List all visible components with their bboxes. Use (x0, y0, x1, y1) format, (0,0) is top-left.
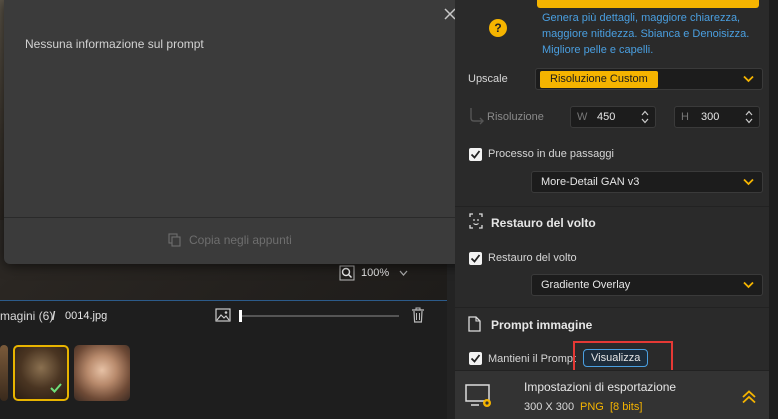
zoom-icon (339, 265, 355, 281)
settings-panel: ? Genera più dettagli, maggiore chiarezz… (455, 0, 769, 419)
face-restore-checkbox[interactable] (469, 252, 482, 265)
keep-prompt-label: Mantieni il Prompt (488, 353, 577, 365)
height-stepper[interactable]: H 300 (674, 106, 760, 128)
export-title: Impostazioni di esportazione (524, 380, 677, 394)
width-stepper[interactable]: W 450 (570, 106, 656, 128)
chevron-down-icon (743, 281, 754, 289)
chevron-down-icon (743, 178, 754, 186)
breadcrumb-separator: / (52, 309, 56, 323)
model-description: Genera più dettagli, maggiore chiarezza,… (542, 12, 750, 56)
stepper-arrows-icon[interactable] (745, 110, 753, 124)
panel-scrollbar[interactable] (769, 0, 778, 419)
upscale-label: Upscale (468, 73, 508, 85)
model-select-partial[interactable] (537, 0, 759, 8)
face-scan-icon (469, 213, 483, 229)
export-bit-depth: [8 bits] (610, 401, 643, 413)
two-pass-model-select[interactable]: More-Detail GAN v3 (531, 171, 763, 193)
width-value: 450 (597, 111, 616, 123)
prompt-info-dialog: Nessuna informazione sul prompt Copia ne… (4, 0, 468, 264)
image-browser: magini (6) / 0014.jpg (0, 300, 447, 419)
check-icon (470, 150, 481, 159)
check-icon (470, 254, 481, 263)
stepper-arrows-icon[interactable] (641, 110, 649, 124)
export-settings-icon (465, 384, 491, 407)
chevron-down-icon (399, 270, 408, 276)
face-restore-model-value: Gradiente Overlay (541, 279, 631, 291)
copy-label: Copia negli appunti (189, 233, 292, 247)
face-restore-model-select[interactable]: Gradiente Overlay (531, 274, 763, 296)
two-pass-model-value: More-Detail GAN v3 (541, 176, 640, 188)
height-label: H (681, 111, 689, 123)
prompt-info-message: Nessuna informazione sul prompt (25, 37, 204, 51)
breadcrumb-images[interactable]: magini (6) (0, 309, 53, 323)
zoom-level: 100% (361, 267, 390, 279)
face-restore-title: Restauro del volto (491, 216, 596, 230)
prompt-section-divider (455, 307, 769, 308)
copy-to-clipboard-button[interactable]: Copia negli appunti (168, 233, 292, 247)
thumbnail-size-slider[interactable] (239, 315, 399, 317)
export-settings-bar[interactable]: Impostazioni di esportazione 300 X 300 P… (455, 370, 769, 419)
check-icon (470, 354, 481, 363)
document-icon (468, 316, 481, 332)
resolution-label: Risoluzione (487, 111, 544, 123)
upscale-value: Risoluzione Custom (540, 71, 658, 88)
trash-icon[interactable] (411, 307, 425, 323)
two-pass-label: Processo in due passaggi (488, 148, 614, 160)
link-arrow-icon (470, 108, 484, 125)
image-size-icon (215, 308, 231, 322)
thumbnail-previous[interactable] (0, 345, 8, 401)
check-icon (50, 383, 62, 393)
view-prompt-button[interactable]: Visualizza (583, 349, 649, 367)
thumbnail-image[interactable] (74, 345, 130, 401)
prompt-title: Prompt immagine (491, 318, 593, 332)
width-label: W (577, 111, 588, 123)
thumbnail-selected[interactable] (13, 345, 69, 401)
thumbnail-size-slider-handle[interactable] (239, 310, 242, 322)
export-format: PNG (580, 401, 604, 413)
breadcrumb-filename: 0014.jpg (65, 310, 108, 322)
double-chevron-up-icon[interactable] (742, 390, 756, 404)
chevron-down-icon (743, 75, 754, 83)
dialog-divider (4, 217, 468, 218)
height-value: 300 (701, 111, 720, 123)
help-icon[interactable]: ? (489, 19, 507, 37)
export-size: 300 X 300 (524, 401, 575, 413)
keep-prompt-checkbox[interactable] (469, 352, 482, 365)
upscale-select[interactable]: Risoluzione Custom (535, 68, 763, 90)
copy-icon (168, 233, 181, 247)
two-pass-checkbox[interactable] (469, 148, 482, 161)
face-restore-label: Restauro del volto (488, 252, 577, 264)
zoom-control[interactable]: 100% (339, 262, 419, 284)
